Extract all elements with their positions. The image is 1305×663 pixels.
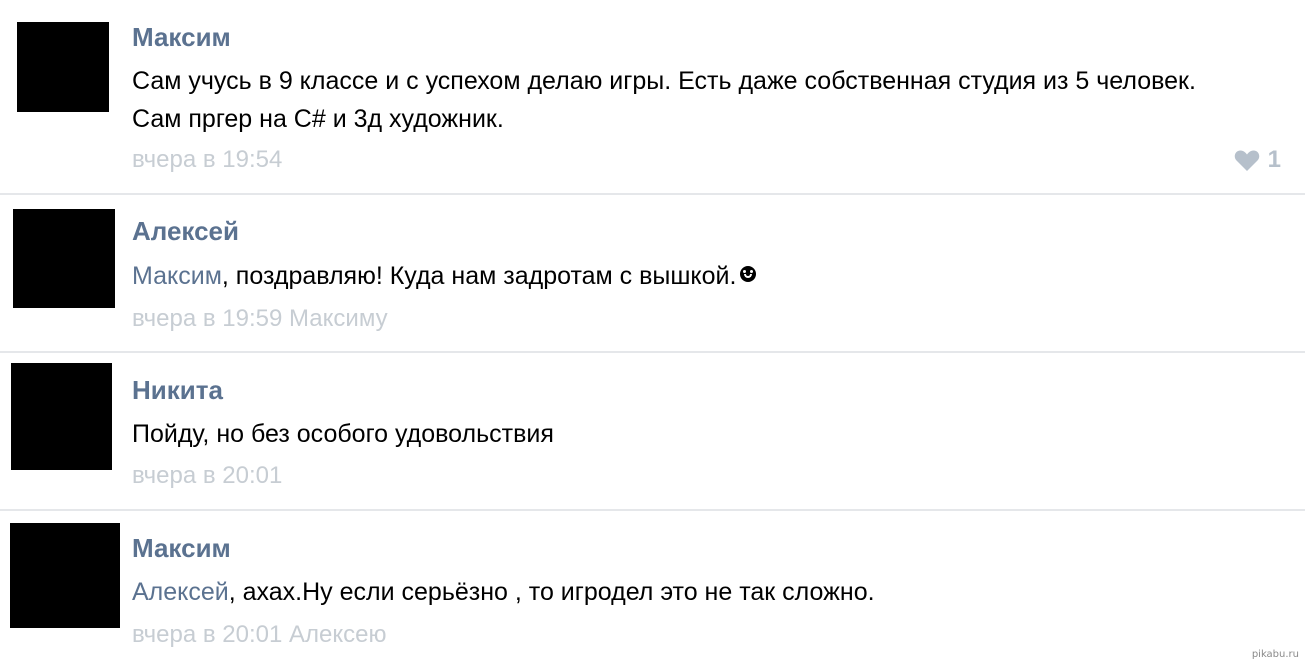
heart-icon (1234, 150, 1259, 171)
comment-author[interactable]: Никита (132, 375, 223, 406)
avatar[interactable] (13, 209, 115, 308)
like-count: 1 (1267, 146, 1281, 173)
comment-item: Максим Алексей, ахах.Ну если серьёзно , … (0, 511, 1305, 663)
watermark: pikabu.ru (1251, 649, 1299, 660)
comment-time[interactable]: вчера в 19:54 (132, 146, 282, 173)
comment-text: Сам учусь в 9 классе и с успехом делаю и… (132, 67, 1196, 133)
comment-meta: вчера в 20:01 Алексею (132, 621, 387, 649)
comment-meta: вчера в 19:59 Максиму (132, 305, 388, 333)
comment-item: Никита Пойду, но без особого удовольстви… (0, 353, 1305, 511)
comment-time[interactable]: вчера в 20:01 (132, 621, 282, 648)
comment-meta: вчера в 20:01 (132, 462, 282, 490)
comment-text: Пойду, но без особого удовольствия (132, 420, 554, 448)
reply-to-link[interactable]: Алексею (289, 621, 386, 648)
comment-meta: вчера в 19:54 (132, 146, 282, 174)
mention-link[interactable]: Алексей (132, 578, 229, 606)
avatar[interactable] (17, 22, 109, 112)
mention-link[interactable]: Максим (132, 262, 222, 290)
comment-author[interactable]: Алексей (132, 216, 239, 247)
comment-body: , поздравляю! Куда нам задротам с вышкой… (221, 262, 737, 290)
reply-to-link[interactable]: Максиму (289, 305, 388, 332)
comment-time[interactable]: вчера в 19:59 (132, 305, 282, 332)
comment-text: Алексей, ахах.Ну если серьёзно , то игро… (132, 573, 1252, 611)
smiley-icon (740, 266, 757, 282)
comment-author[interactable]: Максим (132, 22, 231, 53)
comment-body: , ахах.Ну если серьёзно , то игродел это… (228, 578, 875, 606)
comment-time[interactable]: вчера в 20:01 (132, 462, 282, 489)
comment-author[interactable]: Максим (132, 533, 231, 564)
avatar[interactable] (11, 363, 112, 470)
like-button[interactable]: 1 (1234, 146, 1281, 174)
comment-item: Алексей Максим, поздравляю! Куда нам зад… (0, 195, 1305, 353)
comment-item: Максим Сам учусь в 9 классе и с успехом … (0, 0, 1305, 195)
avatar[interactable] (10, 523, 120, 628)
comment-text: Максим, поздравляю! Куда нам задротам с … (132, 257, 1252, 295)
